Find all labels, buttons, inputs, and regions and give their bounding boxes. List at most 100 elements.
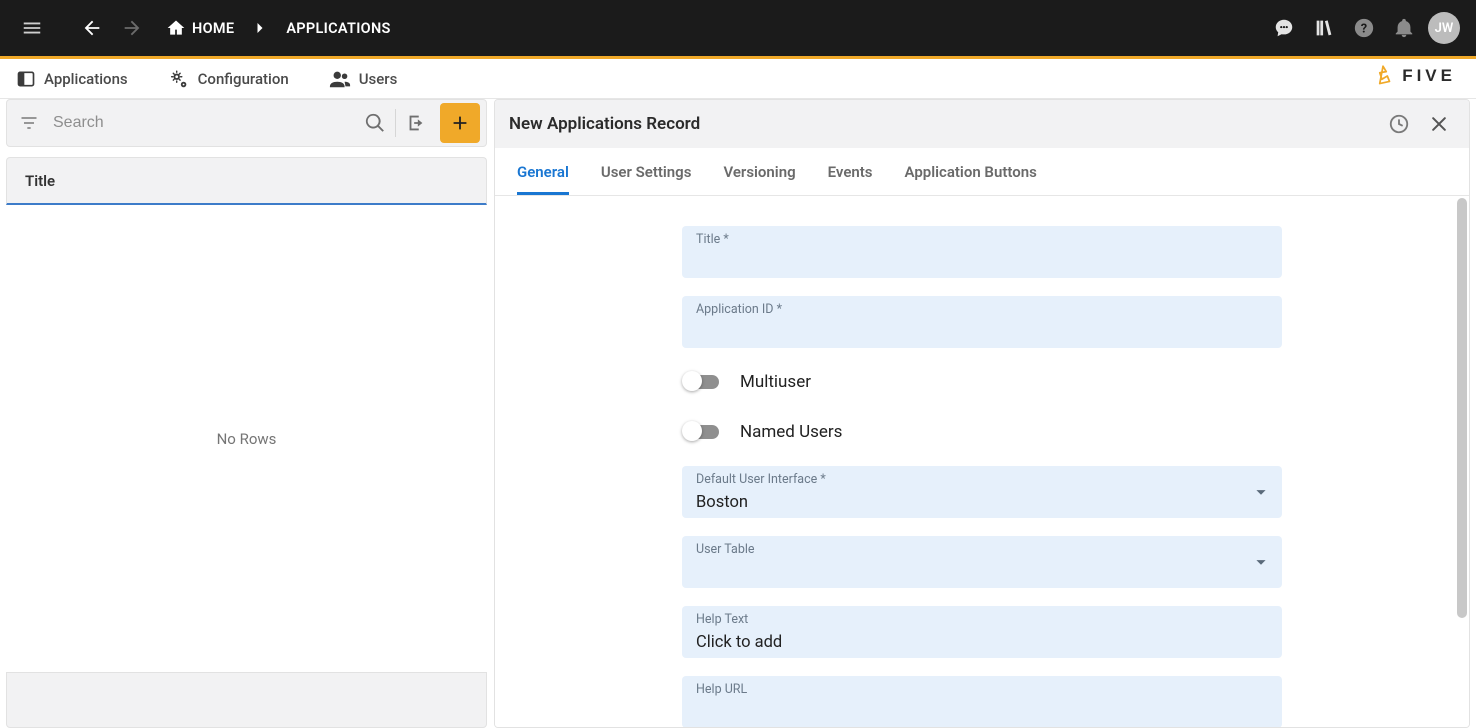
field-title[interactable]: Title * <box>682 226 1282 278</box>
bell-icon <box>1393 17 1415 39</box>
search-button[interactable] <box>355 103 395 143</box>
help-icon: ? <box>1353 17 1375 39</box>
field-application-id-label: Application ID * <box>696 302 782 317</box>
breadcrumb-separator <box>244 8 276 48</box>
left-panel: Title No Rows <box>0 99 494 728</box>
right-panel: New Applications Record General User Set… <box>494 99 1476 728</box>
list-header[interactable]: Title <box>6 157 487 205</box>
search-icon <box>364 112 386 134</box>
form-header: New Applications Record <box>495 100 1469 148</box>
history-button[interactable] <box>1379 104 1419 144</box>
subnav-configuration[interactable]: Configuration <box>168 68 289 90</box>
chevron-down-icon <box>1250 551 1272 573</box>
subnav-users-label: Users <box>359 70 398 88</box>
field-application-id-value <box>696 320 1268 342</box>
tab-user-settings[interactable]: User Settings <box>601 148 692 195</box>
brand-text: FIVE <box>1402 66 1456 86</box>
import-button[interactable] <box>396 103 436 143</box>
named-users-toggle[interactable] <box>684 422 720 442</box>
search-input[interactable] <box>51 113 355 133</box>
list-column-title: Title <box>25 172 55 190</box>
chat-icon <box>1273 17 1295 39</box>
import-icon <box>405 112 427 134</box>
form-body: Title * Application ID * Multiuser <box>495 196 1469 727</box>
notifications-button[interactable] <box>1384 8 1424 48</box>
tab-events[interactable]: Events <box>828 148 873 195</box>
applications-icon <box>16 69 36 89</box>
tab-events-label: Events <box>828 163 873 181</box>
field-default-ui[interactable]: Default User Interface * Boston <box>682 466 1282 518</box>
field-title-label: Title * <box>696 232 729 247</box>
multiuser-toggle[interactable] <box>684 372 720 392</box>
breadcrumb-applications[interactable]: APPLICATIONS <box>280 8 396 48</box>
help-button[interactable]: ? <box>1344 8 1384 48</box>
list-empty-text: No Rows <box>217 430 277 448</box>
gears-icon <box>168 68 190 90</box>
chevron-down-icon <box>1250 481 1272 503</box>
nav-back-button[interactable] <box>72 8 112 48</box>
menu-icon <box>21 17 43 39</box>
tab-user-settings-label: User Settings <box>601 163 692 181</box>
field-default-ui-label: Default User Interface * <box>696 472 826 487</box>
svg-text:?: ? <box>1361 22 1367 37</box>
tab-versioning-label: Versioning <box>723 163 795 181</box>
field-help-text-value: Click to add <box>696 619 1268 652</box>
field-help-url-value <box>696 700 1268 722</box>
list-body: No Rows <box>6 205 487 672</box>
subnav-configuration-label: Configuration <box>198 70 289 88</box>
breadcrumb: HOME APPLICATIONS <box>160 8 397 48</box>
list-footer <box>6 672 487 728</box>
plus-icon <box>449 112 471 134</box>
history-icon <box>1388 113 1410 135</box>
field-user-table-label: User Table <box>696 542 755 557</box>
form-title: New Applications Record <box>509 114 700 134</box>
chevron-right-icon <box>250 18 270 38</box>
field-user-table-value <box>696 560 1268 582</box>
filter-icon[interactable] <box>19 113 39 133</box>
expand-default-ui[interactable] <box>1250 481 1272 503</box>
tab-general-label: General <box>517 163 569 181</box>
app-bar: HOME APPLICATIONS ? JW <box>0 0 1476 56</box>
tab-application-buttons[interactable]: Application Buttons <box>905 148 1037 195</box>
field-named-users: Named Users <box>682 416 1282 448</box>
arrow-forward-icon <box>121 17 143 39</box>
subnav-applications[interactable]: Applications <box>16 69 128 89</box>
field-help-text[interactable]: Help Text Click to add <box>682 606 1282 658</box>
field-multiuser: Multiuser <box>682 366 1282 398</box>
multiuser-label: Multiuser <box>740 372 811 392</box>
close-button[interactable] <box>1419 104 1459 144</box>
sub-nav-bar: Applications Configuration Users FIVE <box>0 59 1476 99</box>
workspace: Title No Rows New Applications Record G <box>0 99 1476 728</box>
field-application-id[interactable]: Application ID * <box>682 296 1282 348</box>
books-icon <box>1313 17 1335 39</box>
search-bar <box>6 99 487 147</box>
close-icon <box>1429 114 1449 134</box>
library-button[interactable] <box>1304 8 1344 48</box>
tab-application-buttons-label: Application Buttons <box>905 163 1037 181</box>
breadcrumb-home[interactable]: HOME <box>160 8 240 48</box>
brand-logo: FIVE <box>1370 63 1456 89</box>
field-user-table[interactable]: User Table <box>682 536 1282 588</box>
add-record-button[interactable] <box>440 103 480 143</box>
breadcrumb-home-label: HOME <box>192 20 234 37</box>
chat-button[interactable] <box>1264 8 1304 48</box>
hamburger-menu-button[interactable] <box>12 8 52 48</box>
form-tabs: General User Settings Versioning Events … <box>495 148 1469 196</box>
subnav-users[interactable]: Users <box>329 68 398 90</box>
field-help-text-label: Help Text <box>696 612 748 627</box>
user-avatar[interactable]: JW <box>1428 12 1460 44</box>
field-help-url-label: Help URL <box>696 682 747 697</box>
tab-versioning[interactable]: Versioning <box>723 148 795 195</box>
field-help-url[interactable]: Help URL <box>682 676 1282 727</box>
arrow-back-icon <box>81 17 103 39</box>
nav-forward-button[interactable] <box>112 8 152 48</box>
home-icon <box>166 18 186 38</box>
tab-general[interactable]: General <box>517 148 569 195</box>
named-users-label: Named Users <box>740 422 842 442</box>
avatar-initials: JW <box>1435 21 1454 36</box>
expand-user-table[interactable] <box>1250 551 1272 573</box>
field-title-value <box>696 250 1268 272</box>
breadcrumb-current-label: APPLICATIONS <box>286 20 390 37</box>
subnav-applications-label: Applications <box>44 70 128 88</box>
users-icon <box>329 68 351 90</box>
